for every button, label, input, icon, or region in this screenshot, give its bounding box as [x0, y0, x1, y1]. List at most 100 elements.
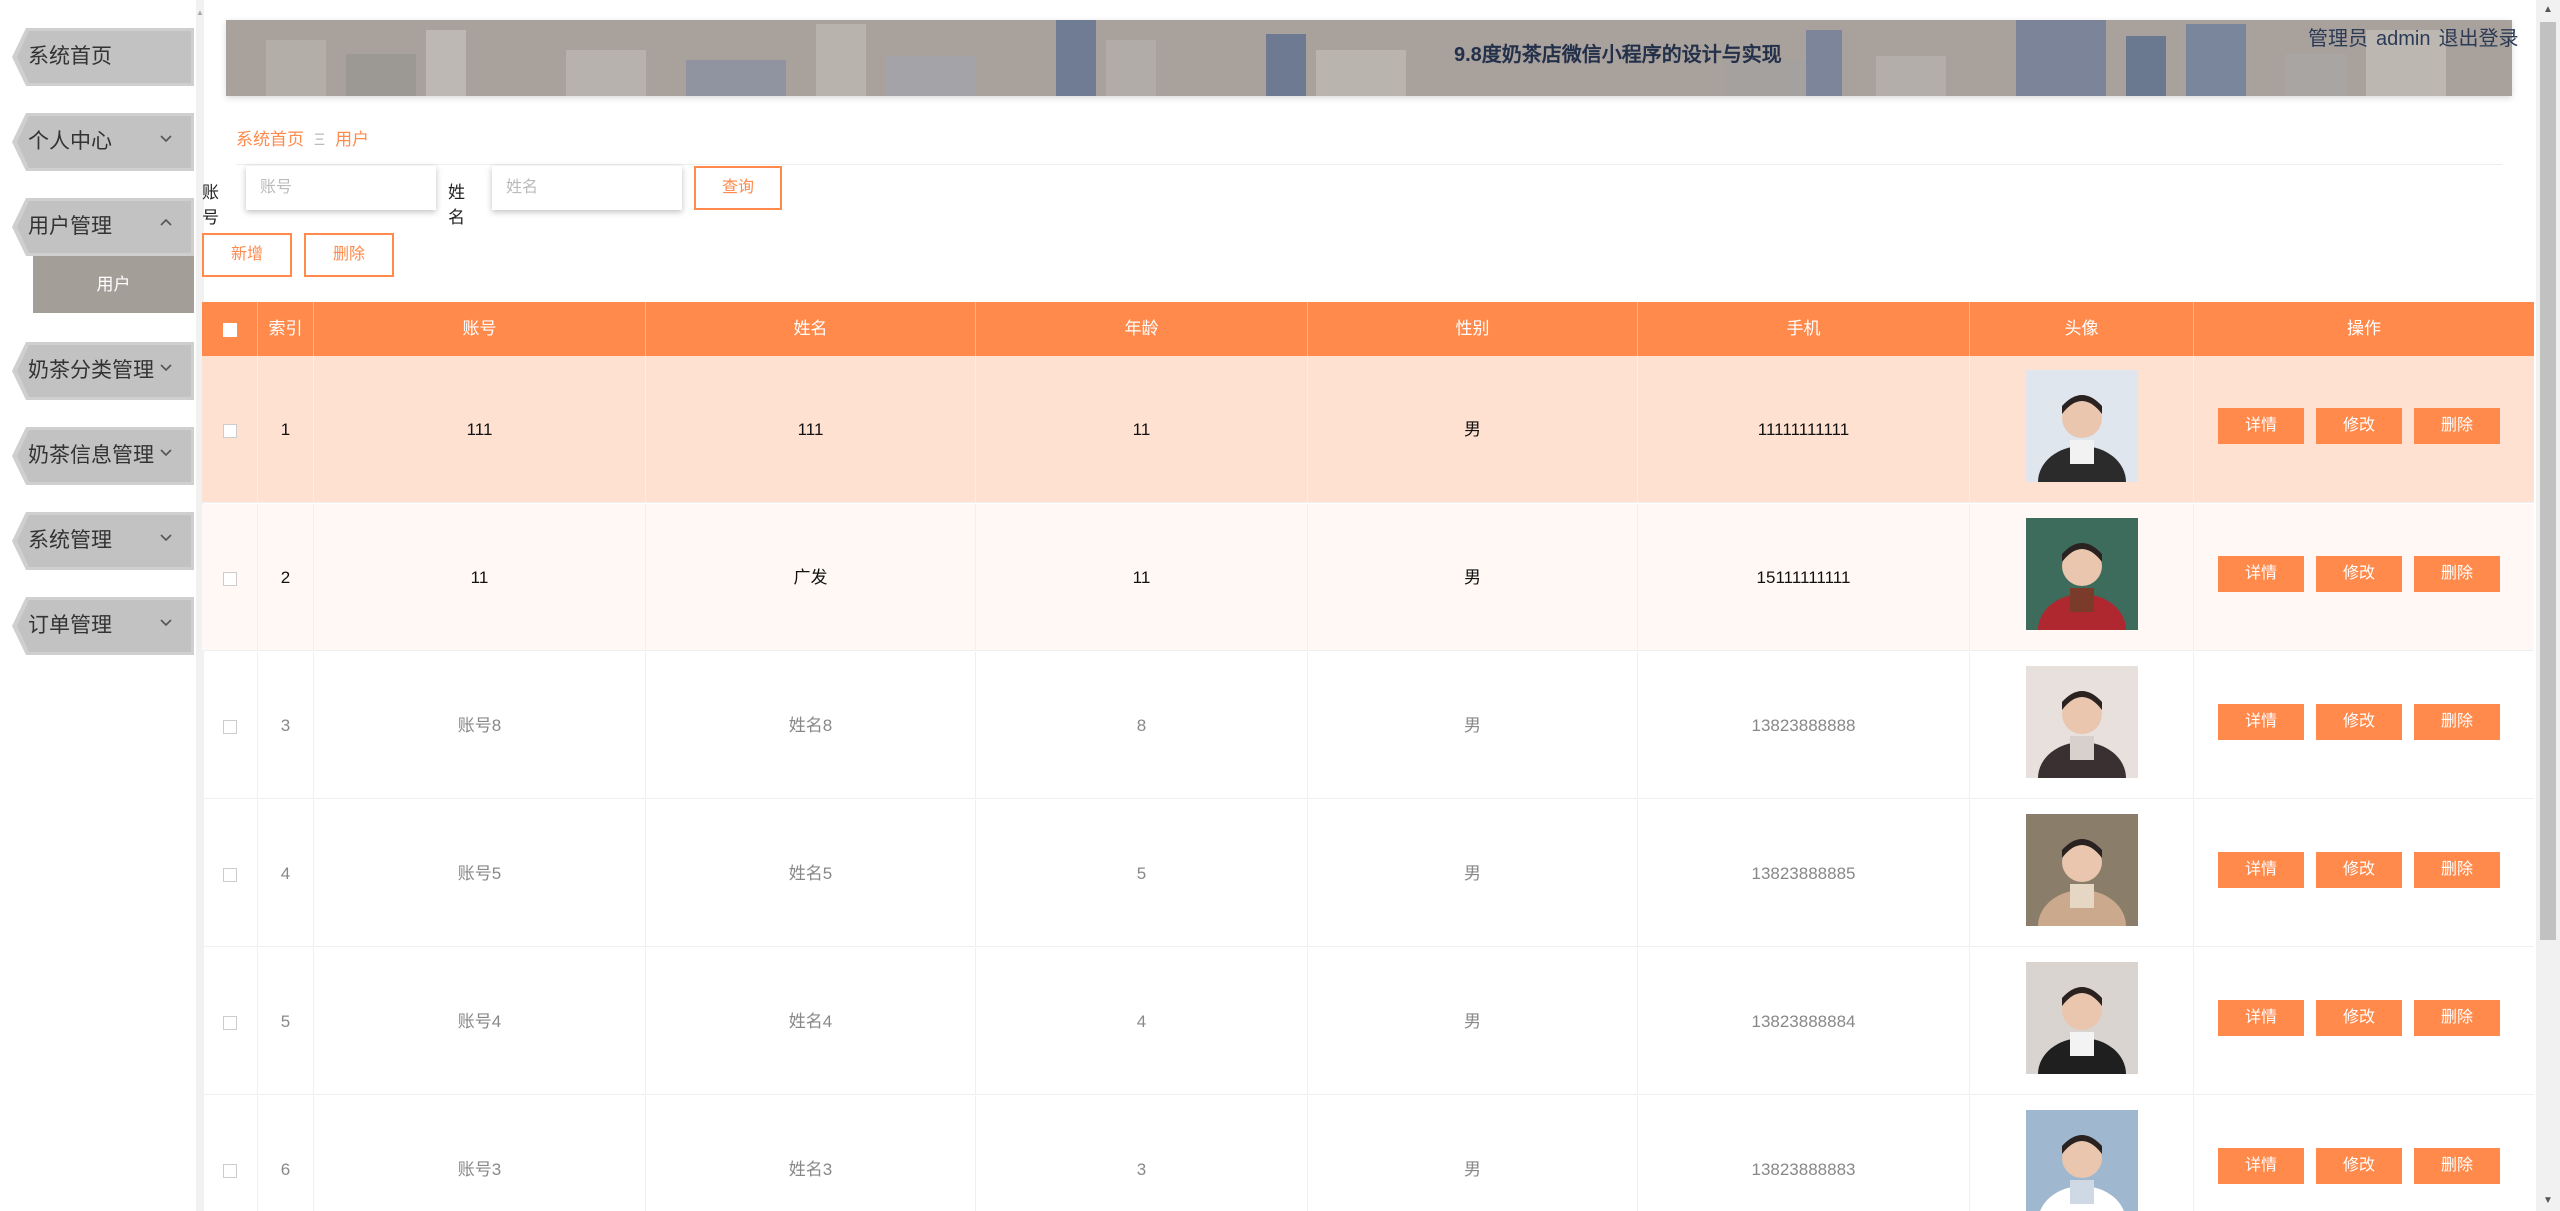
avatar[interactable]: [2026, 666, 2138, 778]
cell-phone: 15111111111: [1638, 504, 1970, 651]
page-scrollbar[interactable]: ▲ ▼: [2536, 0, 2560, 1211]
table-row[interactable]: 3 账号8 姓名8 8 男 13823888888 详情 修改 删除: [202, 652, 2534, 799]
user-bar: 管理员 admin 退出登录: [2308, 22, 2526, 51]
checkbox[interactable]: [222, 571, 237, 586]
sidebar-item-user-management[interactable]: 用户管理: [12, 198, 194, 256]
cell-index: 3: [258, 652, 314, 799]
cell-name: 111: [646, 356, 976, 503]
cell-gender: 男: [1308, 504, 1638, 651]
delete-button[interactable]: 删除: [2414, 704, 2500, 740]
table-row[interactable]: 2 11 广发 11 男 15111111111 详情 修改 删除: [202, 504, 2534, 651]
edit-button[interactable]: 修改: [2316, 1148, 2402, 1184]
checkbox[interactable]: [222, 719, 237, 734]
delete-button[interactable]: 删除: [2414, 408, 2500, 444]
table-row[interactable]: 5 账号4 姓名4 4 男 13823888884 详情 修改 删除: [202, 948, 2534, 1095]
cell-actions: 详情 修改 删除: [2194, 504, 2534, 651]
detail-button[interactable]: 详情: [2218, 1148, 2304, 1184]
scroll-up-icon[interactable]: ▲: [2543, 4, 2553, 15]
checkbox[interactable]: [222, 1163, 237, 1178]
sidebar-item-home[interactable]: 系统首页: [12, 28, 194, 86]
sidebar-item-tea-category[interactable]: 奶茶分类管理: [12, 342, 194, 400]
cell-name: 姓名4: [646, 948, 976, 1095]
detail-button[interactable]: 详情: [2218, 1000, 2304, 1036]
avatar[interactable]: [2026, 518, 2138, 630]
user-role: 管理员: [2308, 28, 2368, 50]
edit-button[interactable]: 修改: [2316, 704, 2402, 740]
detail-button[interactable]: 详情: [2218, 704, 2304, 740]
edit-button[interactable]: 修改: [2316, 852, 2402, 888]
edit-button[interactable]: 修改: [2316, 556, 2402, 592]
chevron-down-icon: [160, 364, 172, 372]
delete-button[interactable]: 删除: [2414, 1148, 2500, 1184]
cell-avatar: [1970, 948, 2194, 1095]
query-button[interactable]: 查询: [694, 166, 782, 210]
account-label: 账号: [202, 183, 219, 227]
batch-delete-button[interactable]: 删除: [304, 233, 394, 277]
avatar[interactable]: [2026, 814, 2138, 926]
header-select-all[interactable]: [202, 302, 258, 356]
sidebar-item-label: 奶茶分类管理: [28, 359, 154, 382]
scrollbar-thumb[interactable]: [2540, 22, 2556, 940]
column-header: 账号: [314, 302, 646, 356]
scroll-down-icon[interactable]: ▼: [2543, 1195, 2553, 1206]
checkbox[interactable]: [222, 423, 237, 438]
delete-button[interactable]: 删除: [2414, 852, 2500, 888]
name-search-input[interactable]: [492, 166, 682, 210]
column-header: 姓名: [646, 302, 976, 356]
detail-button[interactable]: 详情: [2218, 408, 2304, 444]
cell-name: 广发: [646, 504, 976, 651]
cell-name: 姓名8: [646, 652, 976, 799]
sidebar-item-label: 订单管理: [28, 614, 112, 637]
row-select[interactable]: [202, 504, 258, 651]
chevron-down-icon: [160, 619, 172, 627]
cell-name: 姓名3: [646, 1096, 976, 1211]
sidebar-item-system[interactable]: 系统管理: [12, 512, 194, 570]
avatar[interactable]: [2026, 1110, 2138, 1211]
sidebar-item-orders[interactable]: 订单管理: [12, 597, 194, 655]
row-select[interactable]: [202, 652, 258, 799]
breadcrumb-current: 用户: [335, 130, 370, 149]
row-select[interactable]: [202, 356, 258, 503]
checkbox[interactable]: [222, 867, 237, 882]
sidebar-item-personal-center[interactable]: 个人中心: [12, 113, 194, 171]
cell-index: 1: [258, 356, 314, 503]
cell-phone: 11111111111: [1638, 356, 1970, 503]
city-skyline-image: [226, 20, 2512, 96]
cell-avatar: [1970, 356, 2194, 503]
cell-gender: 男: [1308, 356, 1638, 503]
delete-button[interactable]: 删除: [2414, 1000, 2500, 1036]
cell-age: 11: [976, 504, 1308, 651]
page-title: 9.8度奶茶店微信小程序的设计与实现: [1454, 44, 1782, 66]
avatar[interactable]: [2026, 370, 2138, 482]
cell-age: 8: [976, 652, 1308, 799]
logout-link[interactable]: 退出登录: [2438, 28, 2518, 50]
detail-button[interactable]: 详情: [2218, 852, 2304, 888]
table-row[interactable]: 4 账号5 姓名5 5 男 13823888885 详情 修改 删除: [202, 800, 2534, 947]
table-row[interactable]: 1 111 111 11 男 11111111111 详情 修改 删除: [202, 356, 2534, 503]
account-search-input[interactable]: [246, 166, 436, 210]
column-header: 头像: [1970, 302, 2194, 356]
row-select[interactable]: [202, 948, 258, 1095]
table-row[interactable]: 6 账号3 姓名3 3 男 13823888883 详情 修改 删除: [202, 1096, 2534, 1211]
edit-button[interactable]: 修改: [2316, 408, 2402, 444]
cell-phone: 13823888885: [1638, 800, 1970, 947]
edit-button[interactable]: 修改: [2316, 1000, 2402, 1036]
submenu-item-users[interactable]: 用户: [33, 256, 194, 313]
avatar[interactable]: [2026, 962, 2138, 1074]
sidebar-item-tea-info[interactable]: 奶茶信息管理: [12, 427, 194, 485]
cell-gender: 男: [1308, 800, 1638, 947]
add-button[interactable]: 新增: [202, 233, 292, 277]
detail-button[interactable]: 详情: [2218, 556, 2304, 592]
sidebar-item-label: 用户管理: [28, 215, 112, 238]
cell-index: 2: [258, 504, 314, 651]
breadcrumb-home[interactable]: 系统首页: [236, 130, 304, 149]
cell-age: 5: [976, 800, 1308, 947]
username: admin: [2376, 28, 2431, 50]
cell-gender: 男: [1308, 1096, 1638, 1211]
checkbox[interactable]: [222, 1015, 237, 1030]
cell-name: 姓名5: [646, 800, 976, 947]
checkbox[interactable]: [222, 322, 237, 337]
row-select[interactable]: [202, 1096, 258, 1211]
row-select[interactable]: [202, 800, 258, 947]
delete-button[interactable]: 删除: [2414, 556, 2500, 592]
